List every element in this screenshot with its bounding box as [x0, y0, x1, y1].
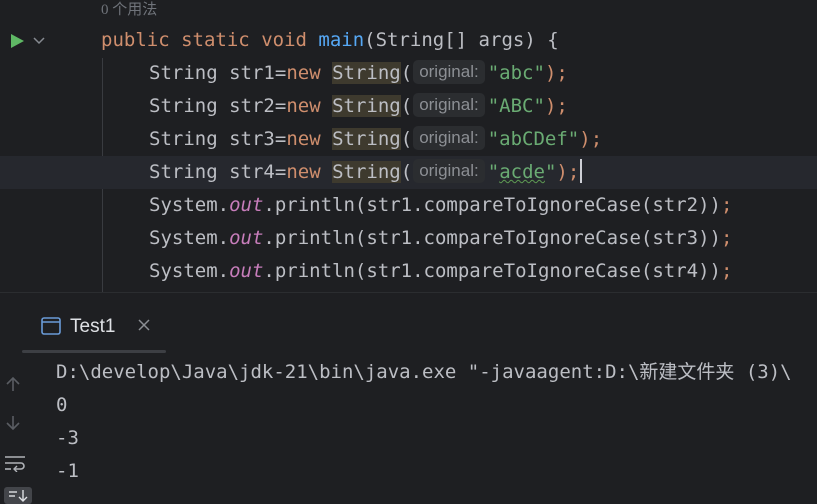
constructor-name: String — [332, 62, 401, 84]
string-literal: "abc" — [487, 62, 545, 84]
method-name: main — [318, 29, 365, 51]
code-line-decl-str4: String str4=new String(original: "acde"); — [0, 156, 817, 189]
static-field: out — [229, 194, 264, 216]
statement-end: ); — [579, 128, 603, 150]
code-line-print-3: System.out.println(str1.compareToIgnoreC… — [0, 255, 817, 288]
run-tab-bar: Test1 — [0, 293, 817, 353]
console-tab-icon — [41, 317, 61, 335]
constructor-name: String — [332, 161, 401, 183]
parameter-hint: original: — [413, 158, 485, 183]
static-field: out — [229, 227, 264, 249]
semicolon: ; — [720, 194, 733, 216]
method-call: .println(str1.compareToIgnoreCase(str2)) — [263, 194, 721, 216]
tab-test1[interactable]: Test1 — [22, 305, 166, 355]
arrow-down-icon[interactable] — [4, 414, 22, 432]
paren: ( — [400, 95, 413, 117]
console-toolbar — [0, 353, 32, 504]
method-call: .println(str1.compareToIgnoreCase(str4)) — [263, 260, 721, 282]
variable-name: str2 — [229, 95, 275, 117]
tab-label: Test1 — [70, 316, 116, 337]
variable-name: str4 — [229, 161, 275, 183]
code-line-decl-str3: String str3=new String(original: "abCDef"… — [0, 123, 817, 156]
paren: ( — [400, 62, 413, 84]
type-name: String — [149, 161, 218, 183]
type-name: String — [149, 62, 218, 84]
code-editor[interactable]: 0 个用法 public static void main(String[] a… — [0, 0, 817, 292]
semicolon: ; — [720, 227, 733, 249]
keyword: static — [181, 29, 250, 51]
code-line-print-1: System.out.println(str1.compareToIgnoreC… — [0, 189, 817, 222]
string-literal-typo: acde — [499, 161, 545, 183]
type-name: String — [149, 128, 218, 150]
constructor-name: String — [332, 128, 401, 150]
statement-end: ); — [556, 161, 580, 183]
method-params: (String[] args) { — [364, 29, 559, 51]
type-name: String — [149, 95, 218, 117]
class-name: System. — [149, 260, 230, 282]
paren: ( — [400, 161, 413, 183]
keyword: new — [286, 128, 321, 150]
code-line-method-signature: public static void main(String[] args) { — [0, 24, 817, 57]
code-line-decl-str2: String str2=new String(original: "ABC"); — [0, 90, 817, 123]
keyword: void — [261, 29, 307, 51]
console-output[interactable]: D:\develop\Java\jdk-21\bin\java.exe "-ja… — [56, 353, 817, 504]
parameter-hint: original: — [413, 59, 485, 84]
class-name: System. — [149, 194, 230, 216]
arrow-up-icon[interactable] — [4, 375, 22, 393]
operator: = — [274, 128, 287, 150]
keyword: new — [286, 62, 321, 84]
string-quote: " — [544, 161, 557, 183]
keyword: new — [286, 161, 321, 183]
semicolon: ; — [720, 260, 733, 282]
static-field: out — [229, 260, 264, 282]
operator: = — [274, 161, 287, 183]
string-literal: "abCDef" — [487, 128, 580, 150]
code-line-print-2: System.out.println(str1.compareToIgnoreC… — [0, 222, 817, 255]
string-literal: "ABC" — [487, 95, 545, 117]
variable-name: str3 — [229, 128, 275, 150]
class-name: System. — [149, 227, 230, 249]
code-line-decl-str1: String str1=new String(original: "abc"); — [0, 57, 817, 90]
paren: ( — [400, 128, 413, 150]
parameter-hint: original: — [413, 92, 485, 117]
keyword: new — [286, 95, 321, 117]
run-panel: Test1 D:\develop\Java\jdk-21\bin\java.ex… — [0, 292, 817, 504]
constructor-name: String — [332, 95, 401, 117]
keyword: public — [101, 29, 170, 51]
console-line-output: -1 — [56, 460, 79, 482]
variable-name: str1 — [229, 62, 275, 84]
parameter-hint: original: — [413, 125, 485, 150]
operator: = — [274, 62, 287, 84]
scroll-to-end-icon[interactable] — [4, 487, 32, 504]
console-line-output: 0 — [56, 394, 68, 416]
string-quote: " — [487, 161, 500, 183]
usage-hint[interactable]: 0 个用法 — [101, 0, 157, 20]
console-line-command: D:\develop\Java\jdk-21\bin\java.exe "-ja… — [56, 361, 792, 383]
statement-end: ); — [544, 95, 568, 117]
statement-end: ); — [544, 62, 568, 84]
operator: = — [274, 95, 287, 117]
text-caret — [580, 158, 583, 183]
close-icon[interactable] — [137, 318, 151, 332]
console-line-output: -3 — [56, 427, 79, 449]
soft-wrap-icon[interactable] — [4, 454, 26, 472]
method-call: .println(str1.compareToIgnoreCase(str3)) — [263, 227, 721, 249]
